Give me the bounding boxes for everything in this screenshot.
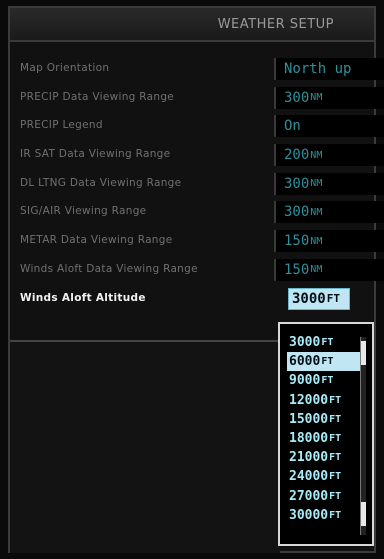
option-unit: FT — [329, 509, 342, 521]
setting-value[interactable]: 300 NM — [274, 86, 384, 109]
page-title: WEATHER SETUP — [217, 16, 334, 32]
altitude-option[interactable]: 15000 FT — [287, 410, 365, 429]
scrollbar-bottom-thumb[interactable] — [361, 502, 366, 526]
settings-list: Map Orientation North up PRECIP Data Vie… — [10, 56, 384, 315]
setting-value[interactable]: 300 NM — [274, 201, 384, 224]
setting-label: Winds Aloft Data Viewing Range — [20, 262, 198, 275]
setting-row-metar-range[interactable]: METAR Data Viewing Range 150 NM — [10, 228, 384, 257]
setting-value[interactable]: 150 NM — [274, 258, 384, 281]
setting-row-winds-aloft-range[interactable]: Winds Aloft Data Viewing Range 150 NM — [10, 257, 384, 286]
altitude-option[interactable]: 24000 FT — [287, 467, 365, 486]
altitude-option[interactable]: 27000 FT — [287, 487, 365, 506]
value-unit: NM — [310, 149, 323, 161]
option-unit: FT — [329, 413, 342, 425]
option-number: 3000 — [289, 335, 321, 351]
setting-row-ir-sat-range[interactable]: IR SAT Data Viewing Range 200 NM — [10, 142, 384, 171]
dropdown-scrollbar[interactable] — [360, 337, 366, 535]
scrollbar-top-thumb[interactable] — [361, 341, 366, 365]
setting-value[interactable]: North up — [274, 58, 384, 80]
setting-label: IR SAT Data Viewing Range — [20, 148, 171, 161]
option-unit: FT — [321, 356, 334, 368]
value-unit: NM — [310, 178, 323, 190]
option-number: 15000 — [289, 411, 329, 427]
option-unit: FT — [329, 471, 342, 483]
option-number: 21000 — [289, 450, 329, 466]
empty-area — [10, 342, 280, 553]
option-number: 27000 — [289, 488, 329, 504]
setting-value[interactable]: On — [274, 115, 384, 138]
altitude-options: 3000 FT 6000 FT 9000 FT 12000 FT 15000 FT 180… — [287, 333, 365, 525]
value-number: 300 — [284, 175, 310, 192]
option-number: 30000 — [289, 507, 329, 523]
setting-label: SIG/AIR Viewing Range — [20, 205, 147, 218]
setting-value[interactable]: 200 NM — [274, 144, 384, 167]
setting-label: PRECIP Legend — [20, 119, 103, 132]
value-number: 300 — [284, 89, 310, 106]
option-number: 18000 — [289, 431, 329, 447]
altitude-option[interactable]: 9000 FT — [287, 371, 365, 390]
setting-value[interactable]: 300 NM — [274, 172, 384, 195]
setting-row-sig-air-range[interactable]: SIG/AIR Viewing Range 300 NM — [10, 199, 384, 228]
altitude-option-selected[interactable]: 6000 FT — [287, 352, 365, 372]
altitude-option[interactable]: 12000 FT — [287, 391, 365, 410]
setting-value-selected[interactable]: 3000 FT — [288, 287, 350, 310]
altitude-option[interactable]: 3000 FT — [287, 333, 365, 352]
value-unit: NM — [310, 264, 323, 276]
value-number: 150 — [284, 261, 310, 278]
altitude-dropdown[interactable]: 3000 FT 6000 FT 9000 FT 12000 FT 15000 FT 180… — [278, 322, 374, 546]
option-number: 24000 — [289, 469, 329, 485]
value-unit: FT — [326, 292, 340, 305]
title-bar: WEATHER SETUP — [10, 8, 374, 42]
setting-row-precip-legend[interactable]: PRECIP Legend On — [10, 113, 384, 142]
option-number: 9000 — [289, 373, 321, 389]
altitude-option[interactable]: 21000 FT — [287, 448, 365, 467]
altitude-option[interactable]: 18000 FT — [287, 429, 365, 448]
value-unit: NM — [310, 92, 323, 104]
setting-row-winds-aloft-altitude[interactable]: Winds Aloft Altitude 3000 FT — [10, 286, 374, 315]
value-number: On — [284, 118, 301, 135]
option-unit: FT — [321, 337, 334, 349]
option-number: 6000 — [289, 354, 321, 370]
setting-value[interactable]: 150 NM — [274, 230, 384, 253]
setting-row-precip-range[interactable]: PRECIP Data Viewing Range 300 NM — [10, 85, 384, 114]
option-unit: FT — [329, 490, 342, 502]
value-number: 300 — [284, 204, 310, 221]
value-unit: NM — [310, 235, 323, 247]
setting-label: PRECIP Data Viewing Range — [20, 90, 175, 103]
setting-row-map-orientation[interactable]: Map Orientation North up — [10, 56, 384, 85]
option-unit: FT — [329, 452, 342, 464]
setting-label: METAR Data Viewing Range — [20, 234, 173, 247]
altitude-option[interactable]: 30000 FT — [287, 506, 365, 525]
option-number: 12000 — [289, 392, 329, 408]
setting-label: Winds Aloft Altitude — [20, 291, 146, 304]
option-unit: FT — [329, 433, 342, 445]
value-number: 200 — [284, 147, 310, 164]
setting-label: Map Orientation — [20, 62, 110, 74]
setting-row-dl-ltng-range[interactable]: DL LTNG Data Viewing Range 300 NM — [10, 171, 384, 200]
value-number: 3000 — [292, 290, 326, 307]
weather-setup-screen: WEATHER SETUP Map Orientation North up P… — [0, 0, 384, 559]
value-number: 150 — [284, 233, 310, 250]
value-unit: NM — [310, 206, 323, 218]
value-number: North up — [284, 61, 352, 77]
option-unit: FT — [329, 394, 342, 406]
setting-label: DL LTNG Data Viewing Range — [20, 176, 182, 189]
option-unit: FT — [321, 375, 334, 387]
